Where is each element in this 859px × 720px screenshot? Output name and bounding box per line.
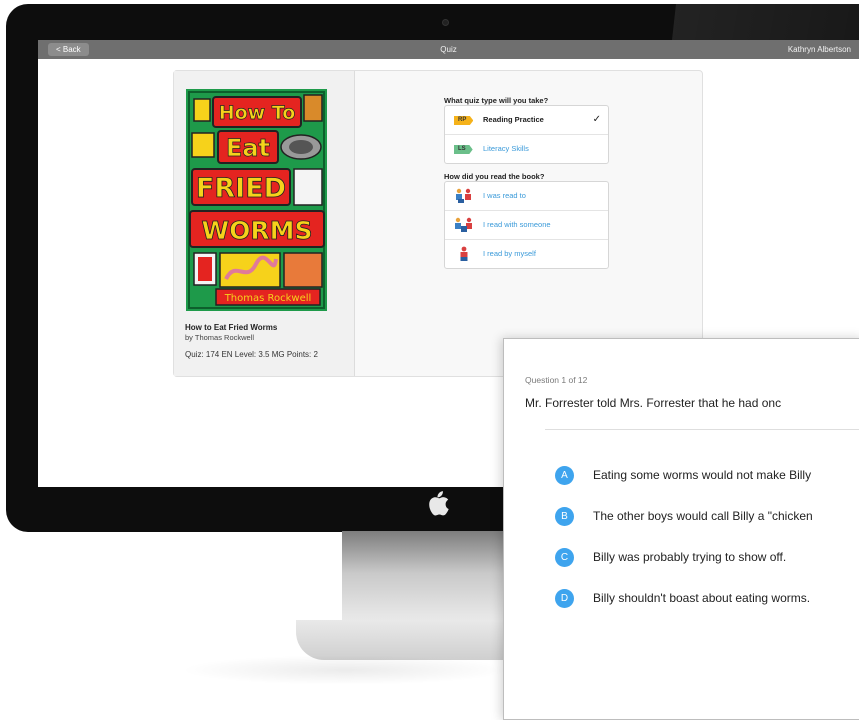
answer-letter-badge: A (555, 466, 574, 485)
read-with-someone-icon (455, 217, 472, 232)
page-title: Quiz (440, 45, 457, 54)
question-text: Mr. Forrester told Mrs. Forrester that h… (525, 396, 782, 410)
quiz-type-reading-practice[interactable]: RP Reading Practice ✓ (445, 106, 608, 135)
question-card: Question 1 of 12 Mr. Forrester told Mrs.… (503, 338, 859, 720)
read-mode-read-by-myself[interactable]: I read by myself (445, 240, 608, 268)
cover-author: Thomas Rockwell (224, 293, 312, 304)
read-to-icon (456, 188, 471, 203)
answer-text: Billy shouldn't boast about eating worms… (593, 591, 811, 605)
question-divider (545, 429, 859, 430)
read-mode-list: I was read to I read with someone I read… (444, 181, 609, 269)
ls-tag: LS (454, 145, 473, 154)
checkmark-icon: ✓ (592, 114, 601, 125)
answer-letter-badge: B (555, 507, 574, 526)
cover-title-line4: WORMS (202, 216, 313, 245)
book-cover-image: How To Eat FRIED WORMS Thomas Rockwell (186, 89, 327, 311)
cover-title-line1: How To (219, 102, 296, 124)
read-mode-read-with-someone[interactable]: I read with someone (445, 211, 608, 240)
book-title: How to Eat Fried Worms (185, 323, 278, 332)
cover-title-line2: Eat (226, 134, 270, 162)
read-by-myself-icon (460, 246, 468, 261)
quiz-type-heading: What quiz type will you take? (444, 96, 549, 105)
quiz-type-label: Literacy Skills (483, 144, 529, 153)
read-mode-label: I read by myself (483, 249, 536, 258)
book-panel: How To Eat FRIED WORMS Thomas Rockwell H… (173, 70, 703, 377)
question-progress: Question 1 of 12 (525, 375, 588, 385)
apple-logo-icon (429, 491, 449, 516)
read-mode-read-to[interactable]: I was read to (445, 182, 608, 211)
answer-text: Billy was probably trying to show off. (593, 550, 787, 564)
monitor-stand-foot (296, 620, 508, 660)
user-name[interactable]: Kathryn Albertson (788, 40, 851, 59)
top-bar: Quiz < Back Kathryn Albertson (38, 40, 859, 59)
read-mode-heading: How did you read the book? (444, 172, 545, 181)
quiz-type-label: Reading Practice (483, 115, 544, 124)
answer-text: The other boys would call Billy a "chick… (593, 509, 813, 523)
rp-tag: RP (454, 116, 474, 125)
answer-text: Eating some worms would not make Billy (593, 468, 812, 482)
read-mode-label: I was read to (483, 191, 526, 200)
cover-title-line3: FRIED (196, 173, 286, 204)
book-author: by Thomas Rockwell (185, 333, 255, 342)
answer-letter-badge: D (555, 589, 574, 608)
read-mode-label: I read with someone (483, 220, 551, 229)
quiz-type-list: RP Reading Practice ✓ LS Literacy Skills (444, 105, 609, 164)
answer-letter-badge: C (555, 548, 574, 567)
back-button[interactable]: < Back (48, 43, 89, 56)
camera-icon (442, 19, 449, 26)
book-quiz-meta: Quiz: 174 EN Level: 3.5 MG Points: 2 (185, 350, 318, 359)
stand-shadow (180, 655, 510, 685)
quiz-type-literacy-skills[interactable]: LS Literacy Skills (445, 135, 608, 163)
